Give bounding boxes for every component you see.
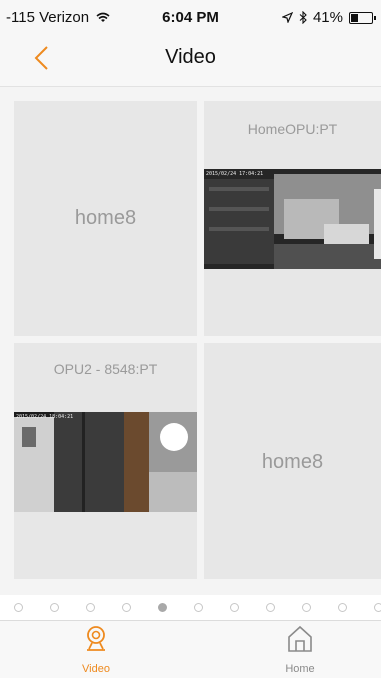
preview-scene: [204, 169, 381, 269]
camera-preview[interactable]: 2015/02/24 17:04:21: [204, 169, 381, 269]
page-dot[interactable]: [50, 603, 59, 612]
preview-scene: [14, 412, 197, 512]
page-indicator: [0, 598, 381, 620]
tab-video-label: Video: [82, 663, 110, 675]
camera-preview[interactable]: 2015/02/24 18:04:21: [14, 412, 197, 512]
page-dot[interactable]: [14, 603, 23, 612]
camera-grid: home8 HomeOPU:PT 2015/02/24 17:04:21 OPU…: [0, 87, 381, 595]
page-dot[interactable]: [86, 603, 95, 612]
camera-name: home8: [261, 451, 324, 473]
camera-tile[interactable]: home8: [14, 101, 197, 336]
tab-home[interactable]: Home: [250, 621, 350, 678]
tab-bar: Video Home: [0, 620, 381, 678]
tab-video[interactable]: Video: [46, 621, 146, 678]
status-bar: -115 Verizon 6:04 PM 41%: [0, 0, 381, 34]
page-dot[interactable]: [266, 603, 275, 612]
camera-name: OPU2 - 8548:PT: [53, 361, 158, 377]
page-dot[interactable]: [122, 603, 131, 612]
status-right-group: 41%: [281, 9, 376, 26]
battery-percent: 41%: [312, 9, 343, 26]
camera-name: HomeOPU:PT: [247, 121, 338, 137]
location-arrow-icon: [281, 12, 293, 23]
battery-icon: [349, 11, 376, 24]
navigation-bar: Video: [0, 34, 381, 87]
page-dot[interactable]: [338, 603, 347, 612]
preview-timestamp: 2015/02/24 18:04:21: [16, 414, 74, 420]
page-dot[interactable]: [374, 603, 381, 612]
camera-tile[interactable]: OPU2 - 8548:PT 2015/02/24 18:04:21: [14, 343, 197, 579]
tab-home-label: Home: [285, 663, 315, 675]
page-dot[interactable]: [158, 603, 167, 612]
page-dot[interactable]: [302, 603, 311, 612]
page-dot[interactable]: [194, 603, 203, 612]
page-title: Video: [165, 46, 216, 68]
camera-tile[interactable]: home8: [204, 343, 381, 579]
preview-timestamp: 2015/02/24 17:04:21: [206, 171, 264, 177]
page-dot[interactable]: [230, 603, 239, 612]
home-icon: [288, 625, 312, 652]
bluetooth-icon: [299, 11, 307, 24]
battery-nub: [374, 15, 376, 20]
camera-name: home8: [74, 207, 137, 229]
battery-level-fill: [351, 13, 358, 22]
video-icon: [87, 626, 105, 651]
camera-tile[interactable]: HomeOPU:PT 2015/02/24 17:04:21: [204, 101, 381, 336]
